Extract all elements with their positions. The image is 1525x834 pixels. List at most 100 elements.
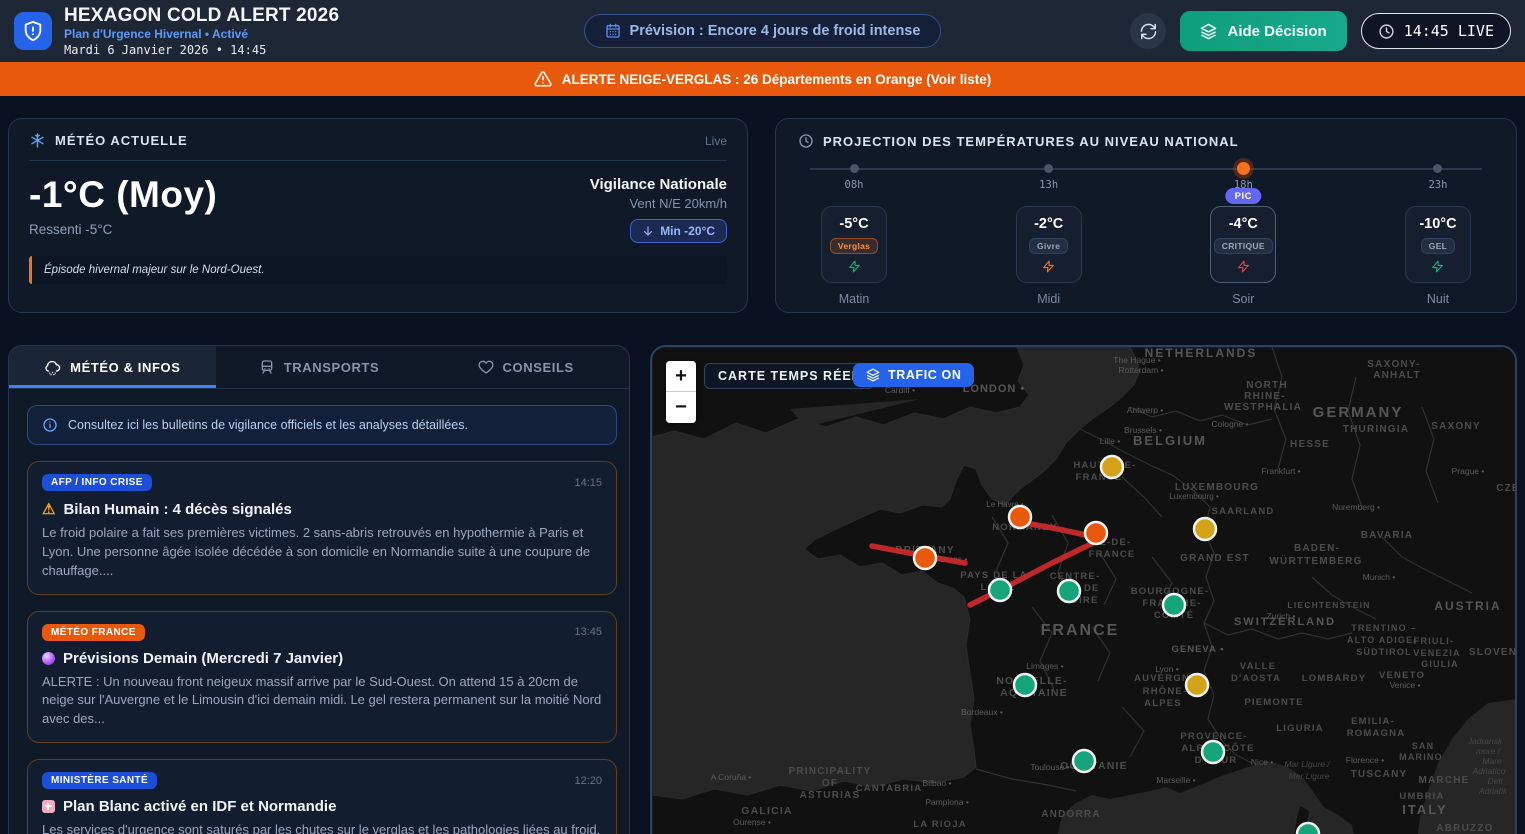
map-city-label: Nice •: [1251, 757, 1273, 767]
zoom-out-button[interactable]: −: [666, 392, 696, 423]
map-region-label: ROMAGNA: [1347, 728, 1406, 739]
map-region-label: TRENTINO –: [1351, 623, 1417, 633]
map-region-label: LOMBARDY: [1302, 673, 1367, 684]
projection-panel: PROJECTION DES TEMPÉRATURES AU NIVEAU NA…: [775, 118, 1517, 313]
slot-condition-badge: CRITIQUE: [1214, 238, 1273, 254]
info-icon: [42, 417, 58, 433]
map-marker[interactable]: [1014, 674, 1036, 696]
app-header: HEXAGON COLD ALERT 2026 Plan d'Urgence H…: [0, 0, 1525, 62]
tab-transports[interactable]: TRANSPORTS: [216, 346, 423, 388]
zap-icon: [1017, 260, 1081, 273]
map-marker[interactable]: [1186, 674, 1208, 696]
aide-decision-label: Aide Décision: [1227, 23, 1326, 40]
map-region-label: TUSCANY: [1351, 769, 1408, 780]
map-city-label: Toulouse •: [1030, 762, 1069, 772]
slot-time: 08h: [845, 179, 864, 191]
map-city-label: Prague •: [1452, 466, 1485, 476]
map-city-label: Lille •: [1100, 436, 1120, 446]
traffic-toggle-label: TRAFIC ON: [888, 368, 961, 382]
news-card[interactable]: MINISTÈRE SANTÉ12:20Plan Blanc activé en…: [27, 759, 617, 834]
news-panel: MÉTÉO & INFOSTRANSPORTSCONSEILS Consulte…: [8, 345, 630, 834]
map-water-label: Mare: [1482, 756, 1502, 766]
map-marker[interactable]: [1194, 518, 1216, 540]
map-city-label: Brussels •: [1124, 425, 1162, 435]
weather-panel-title: MÉTÉO ACTUELLE: [55, 133, 188, 148]
slot-temp: -10°C: [1406, 216, 1470, 232]
forecast-slot: 23h-10°CGELNuit: [1392, 162, 1484, 306]
map-panel[interactable]: NETHERLANDSBELGIUMGERMANYFRANCEAUSTRIASW…: [650, 345, 1517, 834]
map-marker[interactable]: [1202, 741, 1224, 763]
map-region-label: GALICIA: [741, 805, 793, 817]
tab-m-t-o-infos[interactable]: MÉTÉO & INFOS: [9, 346, 216, 388]
warning-icon: ⚠: [42, 500, 55, 518]
clock-icon: [1378, 23, 1395, 40]
slot-time: 23h: [1428, 179, 1447, 191]
map-marker[interactable]: [989, 579, 1011, 601]
map-region-label: PRINCIPALITY: [788, 766, 871, 777]
forecast-pill: Prévision : Encore 4 jours de froid inte…: [584, 14, 942, 48]
forecast-slot: 18hPIC-4°CCRITIQUESoir: [1197, 162, 1289, 306]
map-region-label: LIECHTENSTEIN: [1287, 600, 1370, 610]
min-temp-label: Min -20°C: [660, 224, 715, 238]
map-region-label: SAN: [1412, 741, 1435, 751]
map-marker[interactable]: [1101, 456, 1123, 478]
slot-card: -4°CCRITIQUE: [1210, 206, 1276, 283]
news-card[interactable]: MÉTÉO FRANCE13:45Prévisions Demain (Merc…: [27, 611, 617, 744]
tab-conseils[interactable]: CONSEILS: [422, 346, 629, 388]
map-region-label: BAVARIA: [1361, 530, 1413, 541]
arrow-down-icon: [642, 225, 654, 237]
weather-panel: MÉTÉO ACTUELLE Live -1°C (Moy) Ressenti …: [8, 118, 748, 313]
map-region-label: LA RIOJA: [913, 819, 967, 830]
news-card[interactable]: AFP / INFO CRISE14:15⚠Bilan Humain : 4 d…: [27, 461, 617, 595]
crystal-ball-icon: [42, 652, 55, 665]
news-source-badge: AFP / INFO CRISE: [42, 474, 152, 491]
map-city-label: Marseille •: [1156, 775, 1195, 785]
map-region-label: CANTABRIA: [856, 783, 923, 794]
map-region-label: FRIULI-: [1414, 636, 1454, 646]
map-marker[interactable]: [1009, 506, 1031, 528]
divider: [29, 160, 727, 161]
refresh-icon: [1140, 23, 1157, 40]
map-marker[interactable]: [1085, 522, 1107, 544]
map-marker[interactable]: [1297, 823, 1319, 834]
map-city-label: Rotterdam •: [1118, 365, 1163, 375]
map-marker[interactable]: [1163, 594, 1185, 616]
map-region-label: UMBRIA: [1399, 791, 1444, 802]
map-water-label: Adriatik: [1478, 786, 1508, 796]
news-scroll-area[interactable]: Consultez ici les bulletins de vigilance…: [9, 389, 629, 834]
map-region-label: NETHERLANDS: [1145, 347, 1258, 360]
alert-banner[interactable]: ALERTE NEIGE-VERGLAS : 26 Départements e…: [0, 62, 1525, 96]
map-city-label: Nuremberg •: [1332, 502, 1380, 512]
map-region-label: ITALY: [1402, 802, 1447, 817]
timeline-dot: [1433, 164, 1442, 173]
map-city-label: The Hague •: [1113, 355, 1160, 365]
map-region-label: PIEMONTE: [1244, 697, 1303, 708]
map-marker[interactable]: [1058, 580, 1080, 602]
map-region-label: FRANCE: [1041, 622, 1120, 639]
france-map[interactable]: NETHERLANDSBELGIUMGERMANYFRANCEAUSTRIASW…: [652, 347, 1517, 834]
map-city-label: Zurich •: [1267, 611, 1296, 621]
current-temperature: -1°C (Moy): [29, 174, 217, 216]
weather-note: Épisode hivernal majeur sur le Nord-Oues…: [29, 256, 727, 284]
map-region-label: SAXONY-: [1367, 359, 1420, 370]
map-region-label: D'AOSTA: [1231, 673, 1281, 684]
map-city-label: Bilbao •: [923, 778, 952, 788]
map-region-label: SAARLAND: [1212, 506, 1275, 517]
layers-icon: [866, 368, 880, 382]
live-clock: 14:45 LIVE: [1361, 13, 1511, 49]
map-city-label: Munich •: [1363, 572, 1396, 582]
zoom-in-button[interactable]: +: [666, 361, 696, 392]
heart-icon: [478, 359, 494, 375]
map-marker[interactable]: [914, 547, 936, 569]
map-region-label: VENEZIA: [1413, 648, 1460, 658]
slot-period: Matin: [839, 292, 870, 306]
map-marker[interactable]: [1073, 750, 1095, 772]
zap-icon: [822, 260, 886, 273]
traffic-toggle-button[interactable]: TRAFIC ON: [853, 363, 974, 387]
aide-decision-button[interactable]: Aide Décision: [1180, 11, 1346, 51]
map-city-label: Florence •: [1346, 755, 1384, 765]
map-region-label: GIULIA: [1421, 659, 1459, 669]
news-title: ⚠Bilan Humain : 4 décès signalés: [42, 500, 602, 518]
map-water-label: Adriatico: [1471, 766, 1505, 776]
refresh-button[interactable]: [1130, 13, 1166, 49]
